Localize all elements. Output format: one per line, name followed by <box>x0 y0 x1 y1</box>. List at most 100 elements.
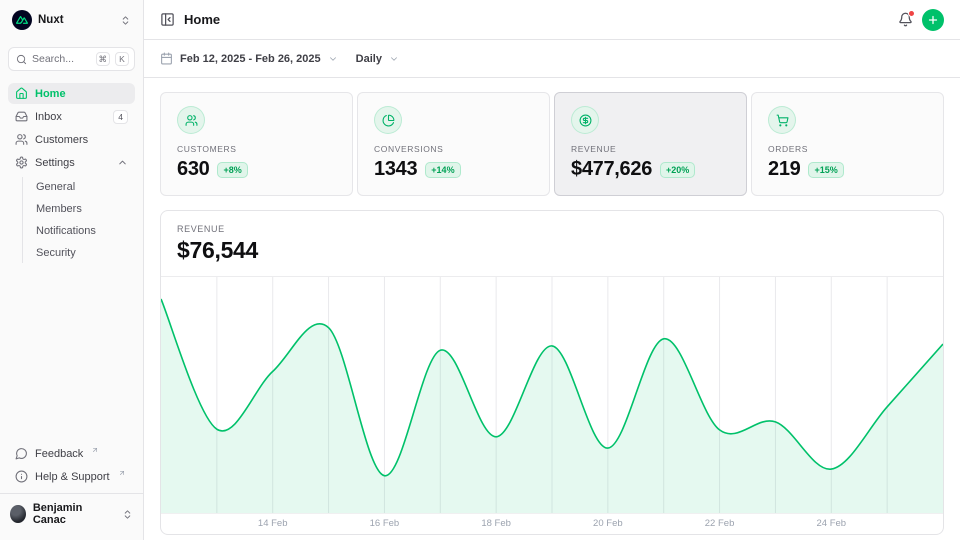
main-panel: Home Feb 12, 2025 - Feb 26, 2025 <box>144 0 960 540</box>
avatar <box>10 505 26 523</box>
sidebar-item-members[interactable]: Members <box>29 199 135 219</box>
plus-icon <box>927 14 939 26</box>
x-axis-tick: 24 Feb <box>816 518 846 529</box>
inbox-icon <box>15 110 28 123</box>
settings-subnav: General Members Notifications Security <box>22 177 135 263</box>
stat-card-customers[interactable]: CUSTOMERS 630 +8% <box>160 92 353 196</box>
nuxt-logo-icon <box>12 10 32 30</box>
x-axis: 14 Feb 16 Feb 18 Feb 20 Feb 22 Feb 24 Fe… <box>161 513 943 534</box>
external-link-icon <box>91 445 99 457</box>
user-name: Benjamin Canac <box>33 502 108 526</box>
kbd-meta: ⌘ <box>96 52 111 66</box>
message-circle-icon <box>15 447 28 460</box>
users-icon <box>177 106 205 134</box>
x-axis-tick: 16 Feb <box>370 518 400 529</box>
sidebar-item-security[interactable]: Security <box>29 243 135 263</box>
revenue-chart-card: REVENUE $76,544 14 Feb 16 Feb 18 Feb 20 … <box>160 210 944 535</box>
x-axis-tick: 20 Feb <box>593 518 623 529</box>
x-axis-tick: 14 Feb <box>258 518 288 529</box>
date-range-value: Feb 12, 2025 - Feb 26, 2025 <box>180 53 321 65</box>
sidebar-item-label: Help & Support <box>35 471 110 483</box>
chevron-down-icon <box>328 54 338 64</box>
external-link-icon <box>118 468 126 480</box>
sidebar-item-help-support[interactable]: Help & Support <box>8 466 135 487</box>
chevrons-up-down-icon <box>122 509 133 520</box>
house-icon <box>15 87 28 100</box>
shopping-cart-icon <box>768 106 796 134</box>
notification-dot <box>908 10 915 17</box>
stat-delta-badge: +20% <box>660 162 695 178</box>
x-axis-tick: 22 Feb <box>705 518 735 529</box>
sidebar-item-label: Feedback <box>35 448 83 460</box>
sidebar-footer: Feedback Help & Support <box>8 443 135 493</box>
sidebar-item-label: Members <box>36 203 82 215</box>
page-content: CUSTOMERS 630 +8% CONVERSIONS 1343 +14% <box>144 78 960 535</box>
date-range-picker[interactable]: Feb 12, 2025 - Feb 26, 2025 <box>160 52 338 65</box>
period-value: Daily <box>356 53 382 65</box>
search-icon <box>16 54 27 65</box>
users-icon <box>15 133 28 146</box>
chevron-up-icon <box>117 157 128 168</box>
gear-icon <box>15 156 28 169</box>
revenue-chart-value: $76,544 <box>177 237 927 264</box>
sidebar-nav: Home Inbox 4 Customers Setting <box>8 83 135 265</box>
sidebar-item-notifications[interactable]: Notifications <box>29 221 135 241</box>
dollar-circle-icon <box>571 106 599 134</box>
stat-label: CONVERSIONS <box>374 144 533 154</box>
revenue-chart-svg <box>161 277 943 513</box>
sidebar-item-settings[interactable]: Settings <box>8 152 135 173</box>
stat-label: CUSTOMERS <box>177 144 336 154</box>
sidebar-item-label: Settings <box>35 157 75 169</box>
revenue-chart-header: REVENUE $76,544 <box>161 211 943 277</box>
stat-card-orders[interactable]: ORDERS 219 +15% <box>751 92 944 196</box>
sidebar: Nuxt Search... ⌘ K Home <box>0 0 144 540</box>
info-circle-icon <box>15 470 28 483</box>
kbd-key: K <box>115 52 129 66</box>
search-placeholder: Search... <box>32 53 74 65</box>
stat-delta-badge: +14% <box>425 162 460 178</box>
x-axis-tick: 18 Feb <box>481 518 511 529</box>
stat-value: 1343 <box>374 158 417 181</box>
stat-card-conversions[interactable]: CONVERSIONS 1343 +14% <box>357 92 550 196</box>
sidebar-item-label: Notifications <box>36 225 96 237</box>
search-input[interactable]: Search... ⌘ K <box>8 47 135 71</box>
sidebar-item-label: Security <box>36 247 76 259</box>
stat-value: 630 <box>177 158 209 181</box>
panel-left-close-icon <box>160 12 175 27</box>
sidebar-item-label: Customers <box>35 134 88 146</box>
sidebar-item-feedback[interactable]: Feedback <box>8 443 135 464</box>
workspace-selector[interactable]: Nuxt <box>8 8 135 32</box>
period-select[interactable]: Daily <box>356 53 399 65</box>
stat-delta-badge: +15% <box>808 162 843 178</box>
calendar-icon <box>160 52 173 65</box>
chevron-down-icon <box>389 54 399 64</box>
revenue-area-chart[interactable] <box>161 277 943 513</box>
stat-label: REVENUE <box>571 144 730 154</box>
page-header: Home <box>144 0 960 40</box>
stat-value: $477,626 <box>571 158 652 181</box>
sidebar-item-inbox[interactable]: Inbox 4 <box>8 106 135 127</box>
revenue-chart-label: REVENUE <box>177 224 927 234</box>
sidebar-item-home[interactable]: Home <box>8 83 135 104</box>
stat-label: ORDERS <box>768 144 927 154</box>
page-title: Home <box>184 12 220 27</box>
sidebar-item-general[interactable]: General <box>29 177 135 197</box>
inbox-count-badge: 4 <box>113 110 128 124</box>
workspace-name: Nuxt <box>38 14 64 26</box>
stats-row: CUSTOMERS 630 +8% CONVERSIONS 1343 +14% <box>160 92 944 196</box>
stat-value: 219 <box>768 158 800 181</box>
sidebar-item-label: Home <box>35 88 66 100</box>
collapse-sidebar-button[interactable] <box>160 12 175 27</box>
user-menu[interactable]: Benjamin Canac <box>0 493 143 532</box>
sidebar-item-label: Inbox <box>35 111 62 123</box>
stat-delta-badge: +8% <box>217 162 247 178</box>
sidebar-item-customers[interactable]: Customers <box>8 129 135 150</box>
add-button[interactable] <box>922 9 944 31</box>
stat-card-revenue[interactable]: REVENUE $477,626 +20% <box>554 92 747 196</box>
chevrons-up-down-icon <box>120 15 131 26</box>
chart-pie-icon <box>374 106 402 134</box>
app-window: Nuxt Search... ⌘ K Home <box>0 0 960 540</box>
notifications-button[interactable] <box>898 12 913 27</box>
sidebar-item-label: General <box>36 181 75 193</box>
filters-toolbar: Feb 12, 2025 - Feb 26, 2025 Daily <box>144 40 960 78</box>
